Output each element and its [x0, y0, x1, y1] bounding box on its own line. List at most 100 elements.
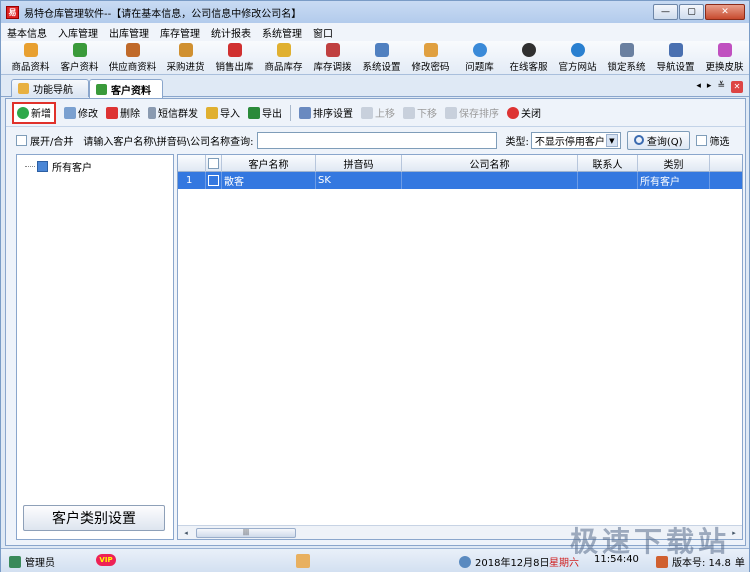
- menu-inventory[interactable]: 库存管理: [160, 25, 200, 40]
- import-button[interactable]: 导入: [206, 102, 240, 124]
- col-more: [710, 155, 742, 172]
- menu-window[interactable]: 窗口: [313, 25, 333, 40]
- lock-icon: [619, 43, 634, 57]
- tab-scroll-right-icon[interactable]: ▸: [707, 81, 712, 93]
- qq-icon: [521, 43, 536, 57]
- move-down-button[interactable]: 下移: [403, 102, 437, 124]
- maximize-button[interactable]: ▢: [679, 4, 704, 20]
- category-tree-pane: 所有客户 客户类别设置: [16, 154, 174, 540]
- customer-icon: [72, 43, 87, 57]
- toolbar-nav-settings-button[interactable]: 导航设置: [651, 41, 700, 75]
- expand-merge-checkbox[interactable]: [16, 134, 27, 146]
- toolbar-supplier-button[interactable]: 供应商资料: [104, 41, 161, 75]
- toolbar-goods-button[interactable]: 商品资料: [6, 41, 55, 75]
- col-company[interactable]: 公司名称: [402, 155, 578, 172]
- save-sort-button[interactable]: 保存排序: [445, 102, 499, 124]
- menu-reports[interactable]: 统计报表: [211, 25, 251, 40]
- edit-button[interactable]: 修改: [64, 102, 98, 124]
- tab-scroll-left-icon[interactable]: ◂: [696, 81, 701, 93]
- toolbar-purchase-button[interactable]: 采购进货: [161, 41, 210, 75]
- action-toolbar: 新增 修改 删除 短信群发 导入 导出 排序设置 上移 下移 保存排序 关闭: [6, 99, 745, 127]
- query-button[interactable]: 查询(Q): [626, 130, 690, 150]
- scroll-right-icon[interactable]: ▸: [729, 528, 739, 538]
- row-checkbox[interactable]: [208, 175, 219, 186]
- title-bar: 易 易特仓库管理软件--【请在基本信息，公司信息中修改公司名】 — ▢ ✕: [1, 1, 749, 23]
- cell-contact[interactable]: [578, 172, 638, 189]
- edit-icon: [64, 106, 76, 119]
- nav-settings-icon: [668, 43, 683, 57]
- customer-category-settings-button[interactable]: 客户类别设置: [23, 505, 165, 531]
- question-icon: [472, 43, 487, 57]
- tab-close-icon[interactable]: ✕: [731, 81, 743, 93]
- cell-pinyin[interactable]: SK: [316, 172, 402, 189]
- col-category[interactable]: 类别: [638, 155, 710, 172]
- tab-customer-info[interactable]: 客户资料: [89, 79, 163, 98]
- search-prompt: 请输入客户名称\拼音码\公司名称查询:: [83, 136, 254, 148]
- search-bar: 展开/合并 请输入客户名称\拼音码\公司名称查询: 类型: 不显示停用客户 ▼ 查…: [6, 128, 745, 152]
- close-window-button[interactable]: ✕: [705, 4, 745, 20]
- sort-settings-button[interactable]: 排序设置: [299, 102, 353, 124]
- delete-icon: [106, 106, 118, 119]
- cell-customer-name[interactable]: 散客: [222, 172, 316, 189]
- toolbar-support-button[interactable]: 在线客服: [504, 41, 553, 75]
- stock-icon: [276, 43, 291, 57]
- row-checkbox-cell[interactable]: [206, 172, 222, 189]
- tab-function-nav[interactable]: 功能导航: [11, 79, 89, 97]
- filter-label: 筛选: [709, 136, 730, 148]
- table-row[interactable]: 1 散客 SK 所有客户: [178, 172, 742, 189]
- toolbar-skin-button[interactable]: 更换皮肤: [700, 41, 749, 75]
- tree-node-all-customers[interactable]: 所有客户: [25, 159, 173, 174]
- goods-icon: [23, 43, 38, 57]
- toolbar-faq-button[interactable]: 问题库: [455, 41, 504, 75]
- toolbar-settings-button[interactable]: 系统设置: [357, 41, 406, 75]
- settings-icon: [374, 43, 389, 57]
- type-select[interactable]: 不显示停用客户 ▼: [530, 131, 621, 149]
- browser-icon: [570, 43, 585, 57]
- save-icon: [445, 106, 457, 119]
- filter-checkbox[interactable]: [695, 134, 707, 146]
- main-toolbar: 商品资料 客户资料 供应商资料 采购进货 销售出库 商品库存 库存调拨 系统设置…: [1, 41, 749, 75]
- toolbar-lock-button[interactable]: 锁定系统: [602, 41, 651, 75]
- sms-button[interactable]: 短信群发: [148, 102, 198, 124]
- down-arrow-icon: [403, 106, 415, 119]
- select-all-checkbox[interactable]: [208, 158, 219, 169]
- menu-system[interactable]: 系统管理: [262, 25, 302, 40]
- minimize-button[interactable]: —: [653, 4, 678, 20]
- scroll-thumb[interactable]: |||: [196, 528, 296, 538]
- tab-list-icon[interactable]: ≚: [717, 81, 725, 93]
- customer-tab-icon: [96, 83, 107, 95]
- avatar-icon: [296, 554, 310, 568]
- toolbar-customer-button[interactable]: 客户资料: [55, 41, 104, 75]
- export-button[interactable]: 导出: [248, 102, 282, 124]
- col-contact[interactable]: 联系人: [578, 155, 638, 172]
- nav-icon: [18, 83, 29, 94]
- cell-company[interactable]: [402, 172, 578, 189]
- menu-inbound[interactable]: 入库管理: [58, 25, 98, 40]
- toolbar-website-button[interactable]: 官方网站: [553, 41, 602, 75]
- toolbar-transfer-button[interactable]: 库存调拨: [308, 41, 357, 75]
- close-button[interactable]: 关闭: [507, 102, 541, 124]
- menu-bar: 基本信息 入库管理 出库管理 库存管理 统计报表 系统管理 窗口: [1, 23, 749, 41]
- up-arrow-icon: [361, 106, 373, 119]
- tab-bar: 功能导航 客户资料 ◂ ▸ ≚ ✕: [1, 77, 749, 98]
- users-icon: [9, 555, 21, 568]
- purchase-icon: [178, 43, 193, 57]
- move-up-button[interactable]: 上移: [361, 102, 395, 124]
- delete-button[interactable]: 删除: [106, 102, 140, 124]
- search-input[interactable]: [257, 131, 498, 149]
- toolbar-sales-button[interactable]: 销售出库: [210, 41, 259, 75]
- menu-basic-info[interactable]: 基本信息: [7, 25, 47, 40]
- col-pinyin[interactable]: 拼音码: [316, 155, 402, 172]
- chevron-down-icon: ▼: [605, 133, 618, 147]
- expand-merge-label: 展开/合并: [30, 136, 74, 148]
- menu-outbound[interactable]: 出库管理: [109, 25, 149, 40]
- cell-category[interactable]: 所有客户: [638, 172, 710, 189]
- col-customer-name[interactable]: 客户名称: [222, 155, 316, 172]
- row-number-header: [178, 155, 206, 172]
- select-all-header[interactable]: [206, 155, 222, 172]
- new-button[interactable]: 新增: [12, 101, 56, 124]
- scroll-left-icon[interactable]: ◂: [181, 528, 191, 538]
- toolbar-password-button[interactable]: 修改密码: [406, 41, 455, 75]
- grid-header: 客户名称 拼音码 公司名称 联系人 类别: [178, 155, 742, 172]
- toolbar-stock-button[interactable]: 商品库存: [259, 41, 308, 75]
